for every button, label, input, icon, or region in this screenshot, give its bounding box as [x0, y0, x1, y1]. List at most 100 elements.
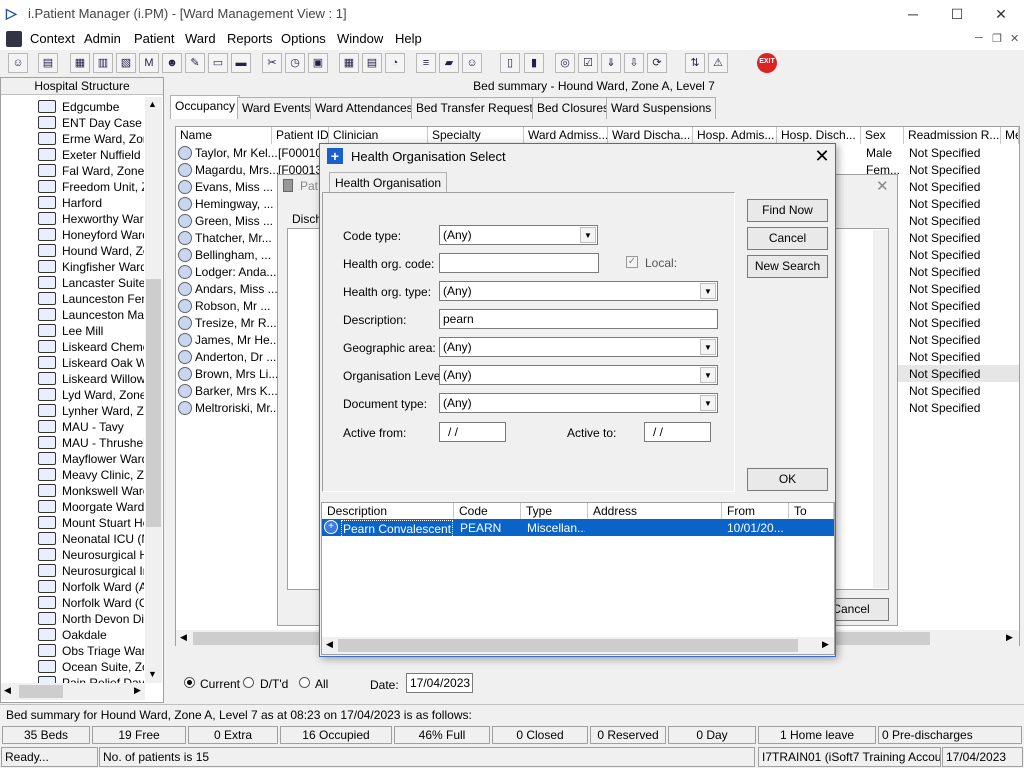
all-radio[interactable]	[299, 677, 310, 688]
bed-transfer-icon[interactable]: ▬	[231, 53, 251, 73]
checklist-icon[interactable]: ☑	[578, 53, 598, 73]
dialog-close-icon[interactable]: ✕	[808, 144, 836, 168]
tree-item[interactable]: Mayflower Ward,	[38, 451, 144, 467]
book-icon[interactable]: ▥	[93, 53, 113, 73]
tree-item[interactable]: Lancaster Suite, Z	[38, 275, 144, 291]
scroll-down-icon[interactable]: ▼	[148, 669, 157, 679]
tree-item[interactable]: Liskeard Willow V	[38, 371, 144, 387]
active-to-input[interactable]: / /	[644, 422, 711, 442]
new-search-button[interactable]: New Search	[747, 255, 828, 278]
tree-item[interactable]: Liskeard Oak Wa	[38, 355, 144, 371]
date-input[interactable]: 17/04/2023	[406, 673, 473, 693]
patient-search-icon[interactable]: ☺	[8, 53, 28, 73]
tree-item[interactable]: Norfolk Ward (Co	[38, 595, 144, 611]
tree-item[interactable]: Launceston Fema	[38, 291, 144, 307]
tree-item[interactable]: Neurosurgical Inte	[38, 563, 144, 579]
results-col-from[interactable]: From	[722, 503, 789, 519]
bar-chart-icon[interactable]: ▮	[524, 53, 544, 73]
tree-item[interactable]: Erme Ward, Zone	[38, 131, 144, 147]
list-icon[interactable]: ≡	[416, 53, 436, 73]
tree-item[interactable]: Obs Triage Ward	[38, 643, 144, 659]
menu-reports[interactable]: Reports	[227, 31, 273, 46]
ok-button[interactable]: OK	[747, 468, 828, 491]
tree-hscroll-thumb[interactable]	[19, 685, 63, 698]
chevron-down-icon[interactable]: ▼	[580, 227, 596, 243]
tab-bed-transfer-requests[interactable]: Bed Transfer Requests	[411, 97, 544, 119]
find-now-button[interactable]: Find Now	[747, 199, 828, 222]
column-hosp-admission[interactable]: Hosp. Admis...	[693, 127, 777, 144]
tree-item[interactable]: Freedom Unit, Zo	[38, 179, 144, 195]
tab-bed-closures[interactable]: Bed Closures	[532, 97, 615, 119]
menu-help[interactable]: Help	[395, 31, 422, 46]
green-arrow-icon[interactable]: ⇩	[624, 53, 644, 73]
close-icon[interactable]: ✕	[978, 0, 1024, 28]
dtd-radio[interactable]	[243, 677, 254, 688]
results-col-code[interactable]: Code	[454, 503, 521, 519]
results-scroll-thumb[interactable]	[338, 639, 798, 652]
results-col-description[interactable]: Description	[322, 503, 454, 519]
chevron-down-icon[interactable]: ▼	[700, 283, 716, 299]
doctor-icon[interactable]: ☻	[162, 53, 182, 73]
menu-patient[interactable]: Patient	[134, 31, 174, 46]
tree-item[interactable]: Meavy Clinic, Zon	[38, 467, 144, 483]
tree-item[interactable]: Fal Ward, Zone E	[38, 163, 144, 179]
menu-options[interactable]: Options	[281, 31, 326, 46]
org-type-select[interactable]: (Any) ▼	[439, 281, 718, 301]
mdi-close-icon[interactable]: ✕	[1010, 32, 1019, 45]
notes-icon[interactable]: ✎	[185, 53, 205, 73]
results-col-address[interactable]: Address	[588, 503, 722, 519]
tree-item[interactable]: Monkswell Ward,	[38, 483, 144, 499]
tree-item[interactable]: MAU - Tavy	[38, 419, 144, 435]
bg-dialog-close-icon[interactable]: ✕	[876, 177, 889, 195]
tree-vertical-scrollbar[interactable]: ▲ ▼	[145, 97, 162, 683]
scroll-right-icon[interactable]: ▶	[134, 685, 141, 696]
form-icon[interactable]: ▧	[116, 53, 136, 73]
check-down-icon[interactable]: ⇓	[601, 53, 621, 73]
transfer-icon[interactable]: ⇅	[685, 53, 705, 73]
globe-icon[interactable]: ◎	[555, 53, 575, 73]
document-type-select[interactable]: (Any) ▼	[439, 393, 718, 413]
tree-item[interactable]: Hexworthy Ward,	[38, 211, 144, 227]
warning-icon[interactable]: ⚠	[708, 53, 728, 73]
tree-item[interactable]: Lynher Ward, Zon	[38, 403, 144, 419]
tab-ward-events[interactable]: Ward Events	[237, 97, 316, 119]
tab-ward-attendances[interactable]: Ward Attendances	[310, 97, 418, 119]
tree-item[interactable]: North Devon Dist	[38, 611, 144, 627]
clock-icon[interactable]: ◷	[285, 53, 305, 73]
results-scroll-right-icon[interactable]: ▶	[822, 639, 829, 650]
tree-item[interactable]: Liskeard Chemo D	[38, 339, 144, 355]
results-col-to[interactable]: To	[789, 503, 834, 519]
maximize-icon[interactable]: ☐	[934, 0, 980, 28]
bg-dialog-scrollbar[interactable]	[873, 230, 888, 588]
tree-item[interactable]: Lyd Ward, Zone I	[38, 387, 144, 403]
column-specialty[interactable]: Specialty	[428, 127, 524, 144]
timer-icon[interactable]: ◔	[385, 53, 405, 73]
org-level-select[interactable]: (Any) ▼	[439, 365, 718, 385]
bed-icon[interactable]: ▭	[208, 53, 228, 73]
results-col-type[interactable]: Type	[521, 503, 588, 519]
geographic-area-select[interactable]: (Any) ▼	[439, 337, 718, 357]
mdi-minimize-icon[interactable]: ─	[975, 32, 983, 44]
document-icon[interactable]: ▤	[362, 53, 382, 73]
active-from-input[interactable]: / /	[439, 422, 506, 442]
grid-scroll-right-icon[interactable]: ▶	[1006, 632, 1013, 643]
tree-item[interactable]: Harford	[38, 195, 144, 211]
tree-item[interactable]: Exeter Nuffield H	[38, 147, 144, 163]
m-icon[interactable]: M	[139, 53, 159, 73]
column-sex[interactable]: Sex	[861, 127, 904, 144]
current-radio[interactable]	[184, 677, 195, 688]
chevron-down-icon[interactable]: ▼	[700, 339, 716, 355]
column-me[interactable]: Me	[1001, 127, 1019, 144]
chevron-down-icon[interactable]: ▼	[700, 395, 716, 411]
scroll-up-icon[interactable]: ▲	[148, 99, 157, 109]
code-type-select[interactable]: (Any) ▼	[439, 225, 598, 245]
refresh-icon[interactable]: ⟳	[647, 53, 667, 73]
tree-item[interactable]: ENT Day Case U	[38, 115, 144, 131]
results-scroll-left-icon[interactable]: ◀	[326, 639, 333, 650]
column-ward-discharge[interactable]: Ward Discha...	[608, 127, 693, 144]
tree-item[interactable]: Lee Mill	[38, 323, 144, 339]
results-horizontal-scrollbar[interactable]: ◀ ▶	[322, 637, 834, 654]
column-name[interactable]: Name	[176, 127, 272, 144]
mdi-restore-icon[interactable]: ❐	[992, 32, 1002, 45]
tab-occupancy[interactable]: Occupancy	[170, 95, 241, 119]
